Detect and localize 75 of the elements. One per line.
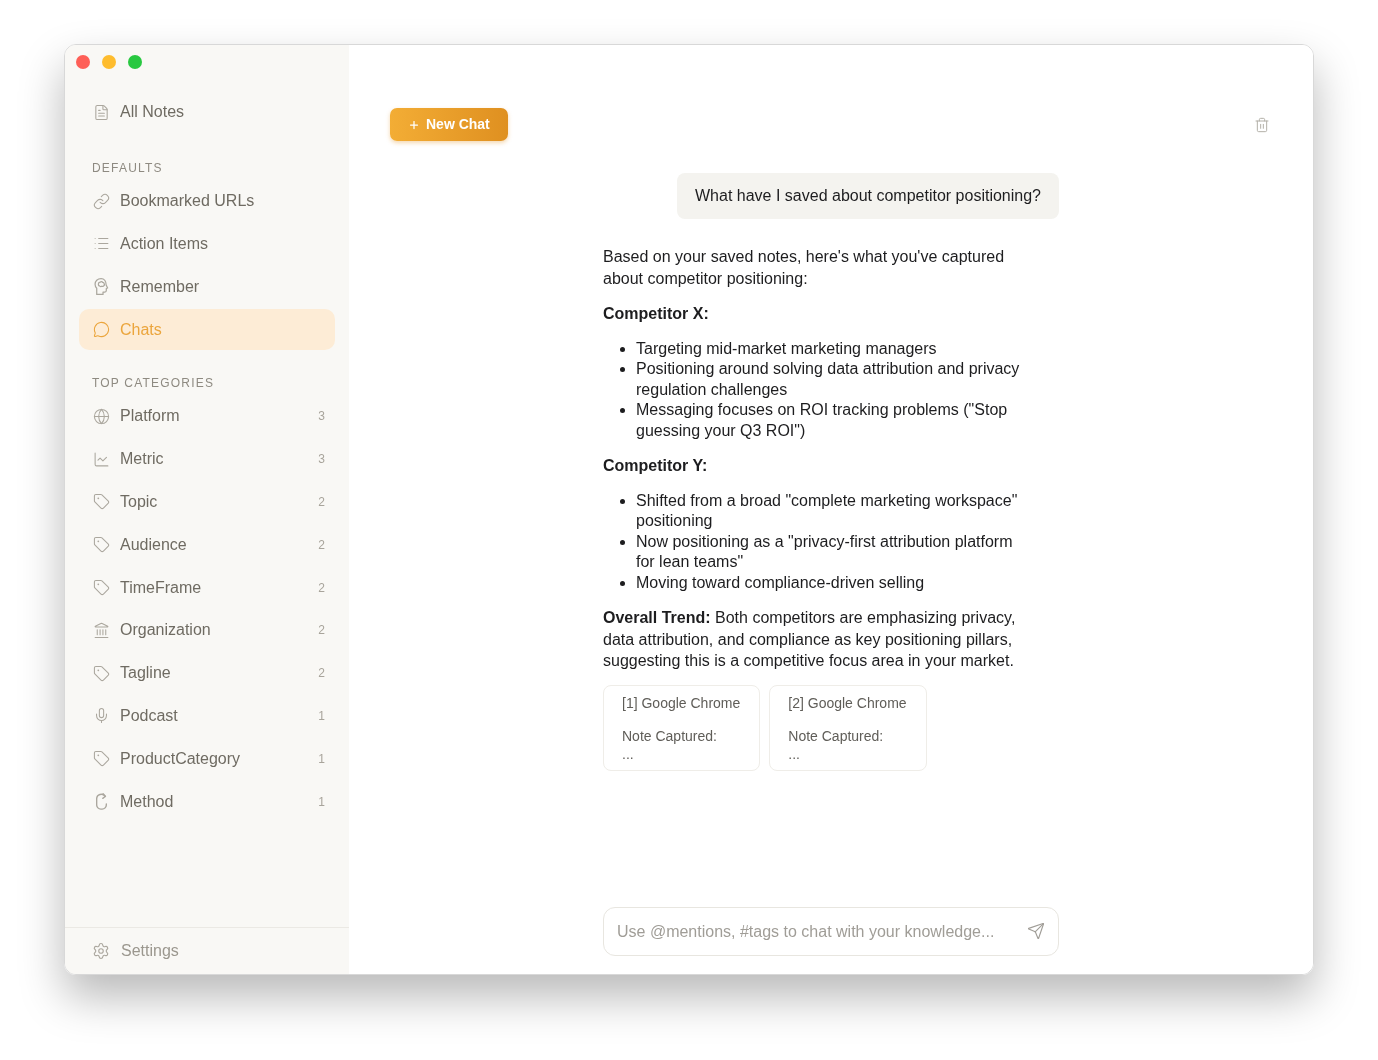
sidebar-item[interactable]: Tagline: [79, 652, 313, 694]
item-count: 2: [317, 665, 326, 683]
bullet-icon: [620, 408, 625, 413]
response-paragraph: Overall Trend: Both competitors are emphasizing privacy, data attribution, and compliance as key positioning pillars, suggesting this is a competitive focus area in your market.: [603, 608, 1017, 671]
bullet-icon: [620, 346, 625, 352]
item-count: 1: [317, 750, 326, 768]
send-icon: [1027, 922, 1045, 940]
window-close-button[interactable]: [76, 55, 90, 69]
bullet-text: Shifted from a broad "complete marketing workspace" positioning: [636, 490, 1019, 531]
chat-input-field[interactable]: Use @mentions, #tags to chat with your knowledge...: [603, 907, 1059, 956]
item-count: 2: [317, 579, 326, 597]
bullet-icon: [620, 498, 625, 504]
sidebar-item[interactable]: Podcast: [79, 695, 313, 737]
microphone-icon: [93, 707, 110, 725]
item-count: 2: [317, 622, 326, 640]
tag-icon: [93, 536, 110, 554]
item-count: 3: [317, 408, 326, 426]
head-icon: [93, 278, 110, 296]
source-label: Note Captured:: [622, 726, 718, 746]
bullet-text: Moving toward compliance-driven selling: [636, 572, 925, 593]
source-title: [2] Google Chrome: [788, 693, 907, 713]
window-zoom-button[interactable]: [128, 55, 142, 69]
source-title: [1] Google Chrome: [622, 693, 741, 713]
tag-icon: [93, 664, 110, 682]
sidebar-item[interactable]: All Notes: [79, 91, 335, 133]
section-header: DEFAULTS: [91, 159, 164, 177]
plus-icon: [408, 118, 420, 131]
bullet-text: Targeting mid-market marketing managers: [636, 338, 937, 359]
sidebar-item[interactable]: Topic: [79, 481, 313, 523]
send-button[interactable]: [1027, 922, 1045, 940]
bullet-text: Now positioning as a "privacy-first attribution platform for lean teams": [636, 531, 1014, 572]
bullet-icon: [620, 539, 625, 545]
item-count: 3: [317, 451, 326, 469]
response-heading: Competitor Y:: [603, 456, 709, 476]
item-count: 2: [317, 536, 326, 554]
chat-bubble-icon: [93, 321, 110, 339]
source-excerpt: ...: [788, 745, 801, 762]
sidebar-item[interactable]: Action Items: [79, 223, 335, 265]
sidebar-item[interactable]: Organization: [79, 609, 313, 651]
bullet-text: Positioning around solving data attribution and privacy regulation challenges: [636, 359, 1021, 400]
source-excerpt: ...: [622, 745, 635, 762]
tag-icon: [93, 579, 110, 597]
bullet-icon: [620, 580, 625, 586]
tag-icon: [93, 493, 110, 511]
settings-icon: [92, 942, 110, 960]
sidebar-item[interactable]: Platform: [79, 395, 313, 437]
sidebar-item[interactable]: Bookmarked URLs: [79, 180, 335, 222]
bullet-icon: [620, 367, 625, 372]
document-icon: [93, 103, 110, 121]
item-count: 1: [317, 793, 326, 811]
line-chart-icon: [93, 450, 110, 468]
bullet-text: Messaging focuses on ROI tracking problems ("Stop guessing your Q3 ROI"): [636, 400, 1009, 441]
columned-building-icon: [93, 621, 110, 639]
trash-icon: [1254, 116, 1270, 133]
response-heading: Competitor X:: [603, 304, 710, 324]
source-label: Note Captured:: [788, 726, 885, 746]
sidebar-item[interactable]: Metric: [79, 438, 313, 480]
section-header: TOP CATEGORIES: [91, 375, 216, 392]
sidebar-item[interactable]: ProductCategory: [79, 738, 313, 780]
settings-button[interactable]: Settings: [92, 939, 179, 963]
item-count: 2: [317, 493, 326, 511]
sidebar-item[interactable]: TimeFrame: [79, 567, 313, 609]
sidebar-item[interactable]: Method: [79, 781, 313, 823]
user-message-bubble: What have I saved about competitor positioning?: [677, 173, 1059, 219]
source-card[interactable]: [2] Google Chrome Note Captured: ...: [769, 684, 927, 771]
sidebar-item[interactable]: Remember: [79, 266, 335, 308]
response-paragraph: Based on your saved notes, here's what you've captured about competitor positioning:: [603, 247, 1006, 289]
globe-icon: [93, 407, 110, 425]
item-count: 1: [317, 707, 326, 725]
window-minimize-button[interactable]: [102, 55, 116, 69]
sidebar-item[interactable]: Audience: [79, 524, 313, 566]
tag-icon: [93, 750, 110, 768]
source-card[interactable]: [1] Google Chrome Note Captured: ...: [603, 684, 761, 771]
link-icon: [93, 192, 110, 210]
curved-arrow-icon: [93, 793, 110, 811]
